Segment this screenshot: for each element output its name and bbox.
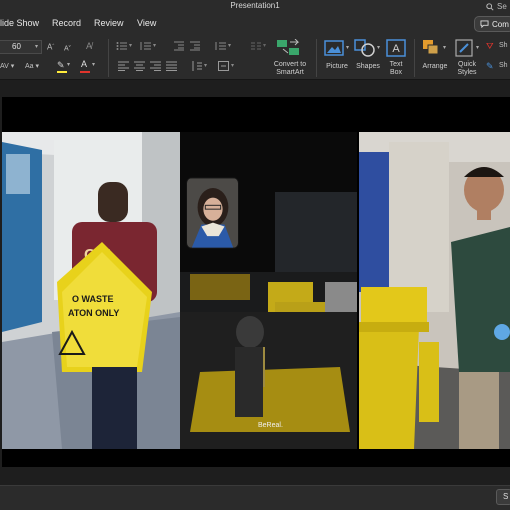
middle-photo-bereal[interactable]: BeReal. bbox=[180, 132, 357, 449]
align-center-icon[interactable] bbox=[134, 61, 145, 71]
font-color-swatch bbox=[80, 71, 90, 73]
numbering-icon[interactable] bbox=[140, 41, 152, 51]
bereal-watermark: BeReal. bbox=[258, 422, 283, 429]
columns-icon[interactable] bbox=[250, 41, 262, 51]
textbox-icon[interactable]: A bbox=[386, 39, 406, 57]
left-photo-hallway[interactable]: CSI O WASTE ATON ONLY bbox=[2, 132, 180, 449]
align-right-icon[interactable] bbox=[150, 61, 161, 71]
quick-styles-label[interactable]: Quick Styles bbox=[452, 61, 482, 77]
tab-record[interactable]: Record bbox=[52, 18, 81, 28]
status-bar: S bbox=[0, 485, 510, 510]
shapes-icon[interactable] bbox=[354, 39, 376, 57]
font-size-value: 60 bbox=[12, 42, 21, 51]
picture-label[interactable]: Picture bbox=[320, 63, 354, 71]
tab-review[interactable]: Review bbox=[94, 18, 124, 28]
chevron-down-icon[interactable]: ▾ bbox=[443, 44, 446, 51]
arrange-icon[interactable] bbox=[422, 39, 442, 57]
change-case-icon[interactable]: Aa ▾ bbox=[25, 62, 39, 70]
chevron-down-icon[interactable]: ▾ bbox=[92, 61, 95, 68]
ribbon-tabs: lide Show Record Review View Com bbox=[0, 13, 510, 35]
align-left-icon[interactable] bbox=[118, 61, 129, 71]
highlight-icon[interactable]: ✎ bbox=[57, 60, 65, 71]
chevron-down-icon[interactable]: ▾ bbox=[263, 42, 266, 49]
comment-icon bbox=[480, 20, 489, 28]
decrease-indent-icon[interactable] bbox=[173, 41, 185, 51]
divider bbox=[108, 39, 109, 77]
comments-label: Com bbox=[492, 19, 509, 29]
chevron-down-icon[interactable]: ▾ bbox=[377, 44, 380, 51]
chevron-down-icon[interactable]: ▾ bbox=[204, 62, 207, 69]
selfie-photo bbox=[187, 178, 238, 248]
shape-outline-label[interactable]: Sh bbox=[499, 62, 508, 69]
clear-formatting-icon[interactable]: A̸ bbox=[86, 41, 92, 51]
chevron-down-icon[interactable]: ▾ bbox=[129, 42, 132, 49]
tab-slide-show[interactable]: lide Show bbox=[0, 18, 39, 28]
search-label: Se bbox=[497, 2, 507, 11]
font-size-select[interactable]: 60 ▾ bbox=[0, 40, 42, 54]
hallway-photo: CSI O WASTE ATON ONLY bbox=[2, 132, 180, 449]
chevron-down-icon[interactable]: ▾ bbox=[476, 44, 479, 51]
chevron-down-icon[interactable]: ▾ bbox=[228, 42, 231, 49]
bins-photo bbox=[359, 132, 510, 449]
shape-fill-label[interactable]: Sh bbox=[499, 42, 508, 49]
align-text-icon[interactable] bbox=[218, 61, 229, 71]
text-direction-icon[interactable] bbox=[191, 61, 202, 71]
convert-to-smartart-label[interactable]: Convert to SmartArt bbox=[268, 61, 312, 77]
svg-text:A: A bbox=[392, 43, 400, 55]
title-bar: Presentation1 Se bbox=[0, 0, 510, 13]
home-ribbon: 60 ▾ A^ Av A̸ AV ▾ Aa ▾ ✎ ▾ A ▾ ▾ ▾ ▾ ▾ … bbox=[0, 35, 510, 80]
increase-font-icon[interactable]: A^ bbox=[47, 42, 54, 52]
chevron-down-icon[interactable]: ▾ bbox=[231, 62, 234, 69]
window-title: Presentation1 bbox=[230, 1, 280, 10]
highlight-color-swatch bbox=[57, 71, 67, 73]
bag-text-line2: ATON ONLY bbox=[68, 308, 119, 318]
smartart-icon[interactable] bbox=[276, 39, 302, 57]
arrange-label[interactable]: Arrange bbox=[418, 63, 452, 71]
right-photo-bins[interactable] bbox=[359, 132, 510, 449]
character-spacing-icon[interactable]: AV ▾ bbox=[0, 62, 14, 70]
chevron-down-icon[interactable]: ▾ bbox=[67, 61, 70, 68]
decrease-font-icon[interactable]: Av bbox=[64, 43, 71, 52]
bag-text-line1: O WASTE bbox=[72, 294, 114, 304]
chevron-down-icon: ▾ bbox=[34, 44, 38, 50]
chevron-down-icon[interactable]: ▾ bbox=[153, 42, 156, 49]
line-spacing-icon[interactable] bbox=[215, 41, 227, 51]
slide[interactable]: CSI O WASTE ATON ONLY bbox=[2, 97, 510, 467]
divider bbox=[316, 39, 317, 77]
bullets-icon[interactable] bbox=[116, 41, 128, 51]
chevron-down-icon[interactable]: ▾ bbox=[346, 44, 349, 51]
shape-fill-icon[interactable]: ⛛ bbox=[486, 41, 494, 52]
search-icon bbox=[486, 2, 494, 11]
bottom-button[interactable]: S bbox=[496, 489, 510, 505]
tab-view[interactable]: View bbox=[137, 18, 156, 28]
slide-canvas: CSI O WASTE ATON ONLY bbox=[0, 80, 510, 485]
shapes-label[interactable]: Shapes bbox=[352, 63, 384, 71]
textbox-label[interactable]: Text Box bbox=[384, 61, 408, 77]
search-box[interactable]: Se bbox=[486, 0, 510, 13]
picture-icon[interactable] bbox=[324, 40, 344, 56]
shape-outline-icon[interactable]: ✎ bbox=[486, 61, 494, 72]
selfie-inset[interactable] bbox=[186, 177, 239, 249]
divider bbox=[414, 39, 415, 77]
font-color-icon[interactable]: A bbox=[81, 59, 87, 69]
quick-styles-icon[interactable] bbox=[455, 39, 475, 57]
justify-icon[interactable] bbox=[166, 61, 177, 71]
increase-indent-icon[interactable] bbox=[189, 41, 201, 51]
comments-button[interactable]: Com bbox=[474, 16, 510, 32]
